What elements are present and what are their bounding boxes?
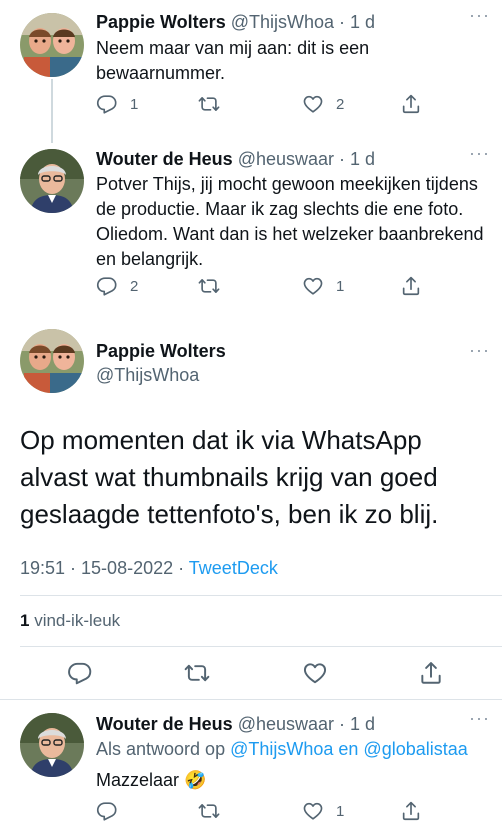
author-name[interactable]: Pappie Wolters	[96, 12, 226, 32]
like-count: 1	[336, 277, 345, 295]
share-button[interactable]	[400, 275, 422, 297]
more-icon[interactable]: ···	[469, 708, 490, 729]
tweet-text: Mazzelaar 🤣	[96, 770, 207, 790]
tweet-actions: 1 2	[96, 93, 426, 119]
share-button[interactable]	[400, 800, 422, 822]
tweet-wouter-de-heus-1[interactable]: Wouter de Heus @heuswaar · 1 d ··· Potve…	[0, 143, 502, 313]
share-icon	[400, 800, 422, 822]
reply-button[interactable]: 1	[96, 93, 138, 115]
retweet-button[interactable]	[184, 660, 210, 686]
reply-tweet[interactable]: Wouter de Heus @heuswaar · 1 d ··· Als a…	[0, 708, 502, 825]
like-count: 2	[336, 95, 345, 113]
tweet-datetime[interactable]: 19:51 · 15-08-2022 ·	[20, 558, 184, 578]
tweet-text: Neem maar van mij aan: dit is een bewaar…	[96, 38, 370, 83]
avatar[interactable]	[20, 13, 84, 77]
tweet-pappie-wolters-1[interactable]: Pappie Wolters @ThijsWhoa · 1 d ··· Neem…	[0, 0, 502, 143]
reply-to-link[interactable]: @ThijsWhoa en @globalistaa	[230, 739, 468, 759]
share-button[interactable]	[418, 660, 444, 686]
reply-icon	[67, 660, 93, 686]
reply-prefix: Als antwoord op	[96, 739, 226, 759]
more-icon[interactable]: ···	[469, 5, 490, 26]
heart-icon	[302, 275, 324, 297]
main-tweet: Pappie Wolters @ThijsWhoa ··· Op momente…	[0, 328, 502, 700]
tweet-time[interactable]: · 1 d	[339, 149, 375, 169]
divider	[20, 595, 502, 596]
tweet-time[interactable]: · 1 d	[339, 12, 375, 32]
main-tweet-actions	[0, 660, 502, 690]
share-icon	[418, 660, 444, 686]
avatar[interactable]	[20, 329, 84, 393]
tweet-actions: 1	[96, 800, 426, 825]
retweet-icon	[198, 93, 220, 115]
author-name[interactable]: Pappie Wolters	[96, 340, 226, 362]
retweet-button[interactable]	[198, 93, 232, 115]
tweet-time[interactable]: · 1 d	[339, 714, 375, 734]
tweet-text: Op momenten dat ik via WhatsApp alvast w…	[20, 425, 439, 529]
reply-button[interactable]: 2	[96, 275, 138, 297]
like-count: 1	[336, 802, 345, 820]
retweet-icon	[198, 800, 220, 822]
divider	[0, 699, 502, 700]
tweet-text: Potver Thijs, jij mocht gewoon meekijken…	[96, 174, 484, 269]
retweet-icon	[198, 275, 220, 297]
author-name[interactable]: Wouter de Heus	[96, 149, 233, 169]
tweet-actions: 2 1	[96, 275, 426, 301]
heart-icon	[302, 93, 324, 115]
reply-icon	[96, 93, 118, 115]
like-button[interactable]	[302, 660, 328, 686]
share-button[interactable]	[400, 93, 422, 115]
reply-icon	[96, 800, 118, 822]
more-icon[interactable]: ···	[469, 143, 490, 164]
author-handle[interactable]: @heuswaar	[238, 714, 334, 734]
retweet-icon	[184, 660, 210, 686]
avatar[interactable]	[20, 149, 84, 213]
more-icon[interactable]: ···	[469, 340, 490, 361]
tweet-meta: 19:51 · 15-08-2022 · TweetDeck	[20, 558, 278, 579]
like-button[interactable]: 1	[302, 800, 344, 822]
tweet-header: Pappie Wolters @ThijsWhoa · 1 d	[96, 11, 375, 33]
like-button[interactable]: 1	[302, 275, 344, 297]
share-icon	[400, 275, 422, 297]
reply-count: 2	[130, 277, 139, 295]
share-icon	[400, 93, 422, 115]
likes-label: vind-ik-leuk	[34, 611, 121, 630]
likes-count: 1	[20, 611, 30, 630]
tweet-header: Wouter de Heus @heuswaar · 1 d	[96, 148, 375, 170]
reply-context: Als antwoord op @ThijsWhoa en @globalist…	[96, 737, 488, 762]
avatar[interactable]	[20, 713, 84, 777]
author-name[interactable]: Wouter de Heus	[96, 714, 233, 734]
like-button[interactable]: 2	[302, 93, 344, 115]
reply-button[interactable]	[96, 800, 130, 822]
reply-count: 1	[130, 95, 139, 113]
heart-icon	[302, 800, 324, 822]
retweet-button[interactable]	[198, 800, 232, 822]
likes-summary[interactable]: 1 vind-ik-leuk	[20, 611, 120, 631]
heart-icon	[302, 660, 328, 686]
author-handle[interactable]: @ThijsWhoa	[96, 364, 199, 386]
author-handle[interactable]: @ThijsWhoa	[231, 12, 334, 32]
reply-button[interactable]	[67, 660, 93, 686]
tweet-source[interactable]: TweetDeck	[189, 558, 278, 578]
retweet-button[interactable]	[198, 275, 232, 297]
thread-line	[51, 79, 53, 143]
tweet-header: Wouter de Heus @heuswaar · 1 d	[96, 713, 375, 735]
reply-icon	[96, 275, 118, 297]
divider	[20, 646, 502, 647]
author-handle[interactable]: @heuswaar	[238, 149, 334, 169]
